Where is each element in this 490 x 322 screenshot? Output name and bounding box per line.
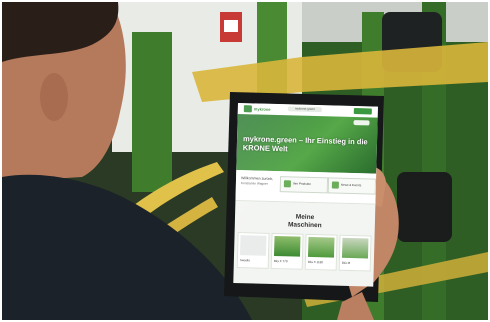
screen-menu-button[interactable] xyxy=(353,108,372,115)
screen-url: mykrone.green xyxy=(287,106,322,113)
machine-image-icon xyxy=(240,235,267,256)
hero-headline: mykrone.green – Ihr Einstieg in die KRON… xyxy=(242,134,368,154)
news-icon xyxy=(331,181,339,189)
products-label: Ihre Produkte xyxy=(292,181,311,186)
screen-brand: mykrone xyxy=(253,106,271,112)
welcome-line-1: Willkommen zurück, xyxy=(240,176,274,181)
machine-image-icon xyxy=(307,236,335,258)
machine-image-icon xyxy=(274,236,301,257)
screen-hero: mykrone.green – Ihr Einstieg in die KRON… xyxy=(236,113,378,174)
roller-bottom xyxy=(397,172,452,242)
welcome-section: Willkommen zurück, Konstantin Wagner Ihr… xyxy=(235,169,377,205)
machine-card[interactable]: Swadro xyxy=(236,232,270,269)
hero-pill xyxy=(353,120,370,126)
news-tile[interactable]: News & Events xyxy=(327,177,377,195)
tablet-screen: mykrone mykrone.green mykrone.green – Ih… xyxy=(233,103,378,287)
products-icon xyxy=(283,180,291,188)
machine-caption: Swadro xyxy=(239,258,251,263)
machine-caption: BiG X 770 xyxy=(273,258,288,264)
machine-card[interactable]: BiG M xyxy=(338,234,372,272)
krone-logo-icon xyxy=(243,105,252,113)
machine-frame-left xyxy=(132,32,172,192)
person-ear xyxy=(40,73,68,121)
photo: mykrone mykrone.green mykrone.green – Ih… xyxy=(2,2,488,320)
welcome-line-2: Konstantin Wagner xyxy=(240,181,268,186)
products-tile[interactable]: Ihre Produkte xyxy=(279,176,329,194)
machines-title: Meine Maschinen xyxy=(235,212,375,232)
machine-card[interactable]: BiG X 1180 xyxy=(304,233,338,271)
machine-card[interactable]: BiG X 770 xyxy=(270,232,304,270)
machine-image-icon xyxy=(341,237,369,259)
machine-caption: BiG X 1180 xyxy=(307,259,324,265)
machine-caption: BiG M xyxy=(341,260,351,265)
machine-cards: Swadro BiG X 770 BiG X 1180 BiG M xyxy=(233,232,374,282)
news-label: News & Events xyxy=(340,182,362,188)
